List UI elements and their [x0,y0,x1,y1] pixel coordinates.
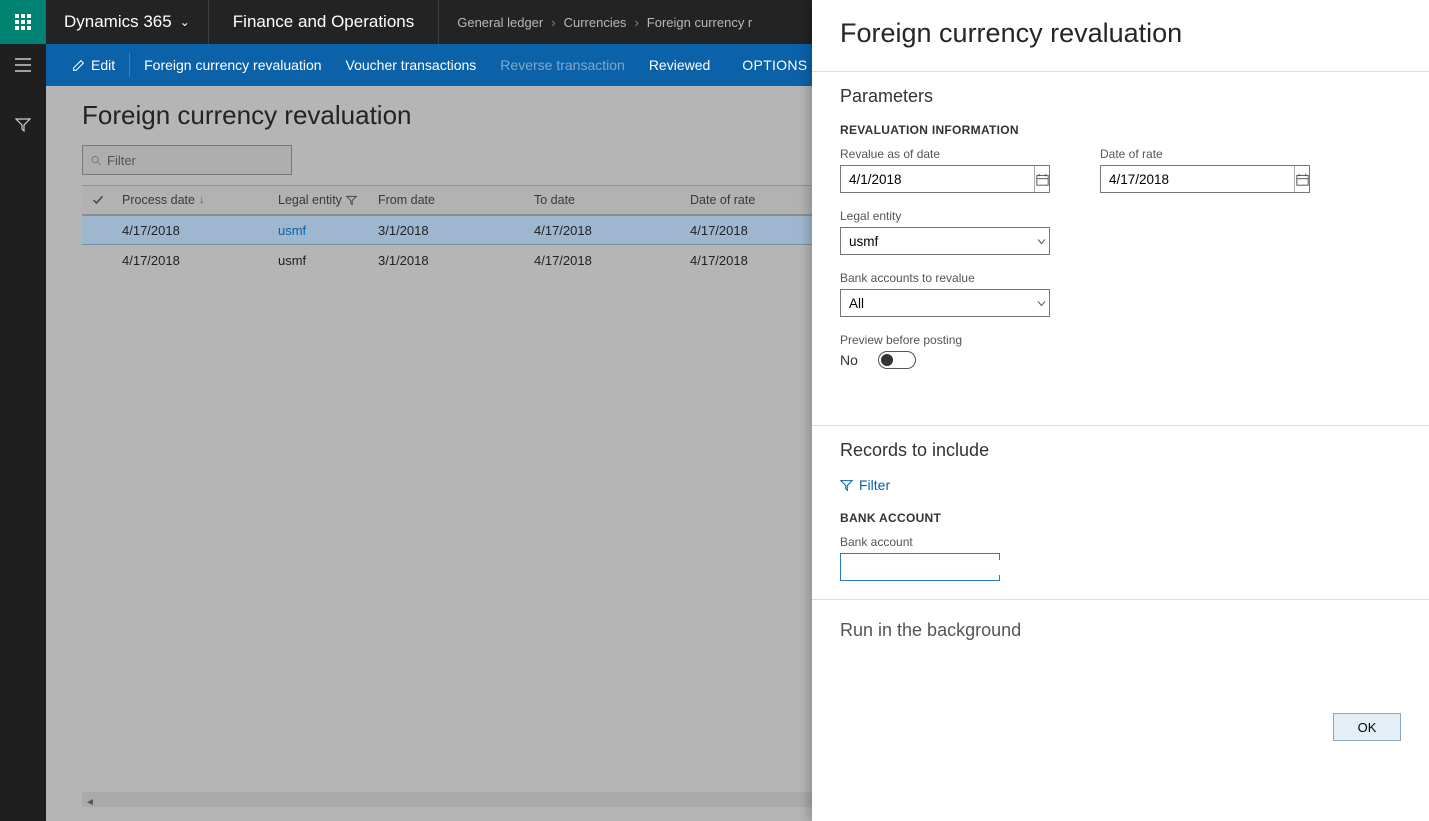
left-rail [0,44,46,821]
grid-filter-box[interactable] [82,145,292,175]
records-filter-button[interactable]: Filter [840,477,1401,493]
funnel-icon [840,479,853,492]
sort-descending-icon: ↓ [199,194,205,206]
revalue-as-of-date-field: Revalue as of date [840,147,1050,193]
reverse-transaction-button: Reverse transaction [488,44,637,86]
module-name: Finance and Operations [209,0,439,44]
calendar-icon [1296,173,1309,186]
preview-before-posting-field: Preview before posting No [840,333,1050,369]
reviewed-button[interactable]: Reviewed [637,44,722,86]
waffle-icon [15,14,31,30]
dropdown-button[interactable] [1034,290,1049,316]
date-of-rate-field: Date of rate [1100,147,1310,193]
parameters-dialog: Foreign currency revaluation Parameters … [812,0,1429,821]
bank-account-field: Bank account [840,535,1000,581]
records-section-title: Records to include [840,440,1401,461]
pencil-icon [72,59,85,72]
date-picker-button[interactable] [1294,166,1309,192]
ok-button[interactable]: OK [1333,713,1401,741]
preview-toggle[interactable] [878,351,916,369]
filter-pane-button[interactable] [0,104,46,146]
hamburger-icon [15,58,31,72]
crumb-current[interactable]: Foreign currency r [647,15,752,30]
grid-filter-input[interactable] [107,153,283,168]
field-label: Date of rate [1100,147,1310,161]
col-legal-entity[interactable]: Legal entity [270,193,370,207]
field-label: Preview before posting [840,333,1050,347]
bank-account-heading: BANK ACCOUNT [840,511,1401,525]
nav-menu-button[interactable] [0,44,46,86]
dropdown-button[interactable] [1034,228,1049,254]
brand-dropdown[interactable]: Dynamics 365 ⌄ [46,0,209,44]
crumb-general-ledger[interactable]: General ledger [457,15,543,30]
funnel-icon [15,118,31,132]
chevron-down-icon [1036,236,1047,247]
foreign-currency-revaluation-button[interactable]: Foreign currency revaluation [132,44,333,86]
column-filter-icon [346,195,357,206]
crumb-currencies[interactable]: Currencies [564,15,627,30]
divider [812,425,1429,426]
run-in-background-section[interactable]: Run in the background [840,620,1401,641]
field-label: Bank account [840,535,1000,549]
field-label: Bank accounts to revalue [840,271,1050,285]
scroll-left-icon[interactable]: ◄ [82,795,98,810]
date-of-rate-input[interactable] [1101,172,1294,187]
col-from-date[interactable]: From date [370,193,526,207]
revaluation-info-heading: REVALUATION INFORMATION [840,123,1401,137]
select-all-checkbox[interactable] [82,194,114,206]
divider [812,599,1429,600]
chevron-right-icon: › [551,15,555,30]
bank-account-input[interactable] [841,560,1034,575]
parameters-section-title: Parameters [840,86,1401,107]
separator [129,53,130,77]
options-button[interactable]: OPTIONS [730,44,819,86]
chevron-right-icon: › [634,15,638,30]
brand-label: Dynamics 365 [64,12,172,32]
legal-entity-field: Legal entity [840,209,1050,255]
checkmark-icon [92,194,104,206]
legal-entity-link[interactable]: usmf [278,253,306,268]
chevron-down-icon: ⌄ [180,15,190,29]
col-to-date[interactable]: To date [526,193,682,207]
date-picker-button[interactable] [1034,166,1049,192]
chevron-down-icon [1036,298,1047,309]
divider [812,71,1429,72]
search-icon [91,154,101,167]
calendar-icon [1036,173,1049,186]
legal-entity-link[interactable]: usmf [278,223,306,238]
breadcrumb: General ledger › Currencies › Foreign cu… [439,0,770,44]
app-launcher-button[interactable] [0,0,46,44]
field-label: Legal entity [840,209,1050,223]
voucher-transactions-button[interactable]: Voucher transactions [334,44,489,86]
bank-accounts-field: Bank accounts to revalue [840,271,1050,317]
col-process-date[interactable]: Process date ↓ [114,193,270,207]
dialog-title: Foreign currency revaluation [840,18,1401,49]
field-label: Revalue as of date [840,147,1050,161]
toggle-value: No [840,352,858,368]
bank-accounts-input[interactable] [841,296,1034,311]
revalue-as-of-date-input[interactable] [841,172,1034,187]
legal-entity-input[interactable] [841,234,1034,249]
edit-button[interactable]: Edit [60,44,127,86]
